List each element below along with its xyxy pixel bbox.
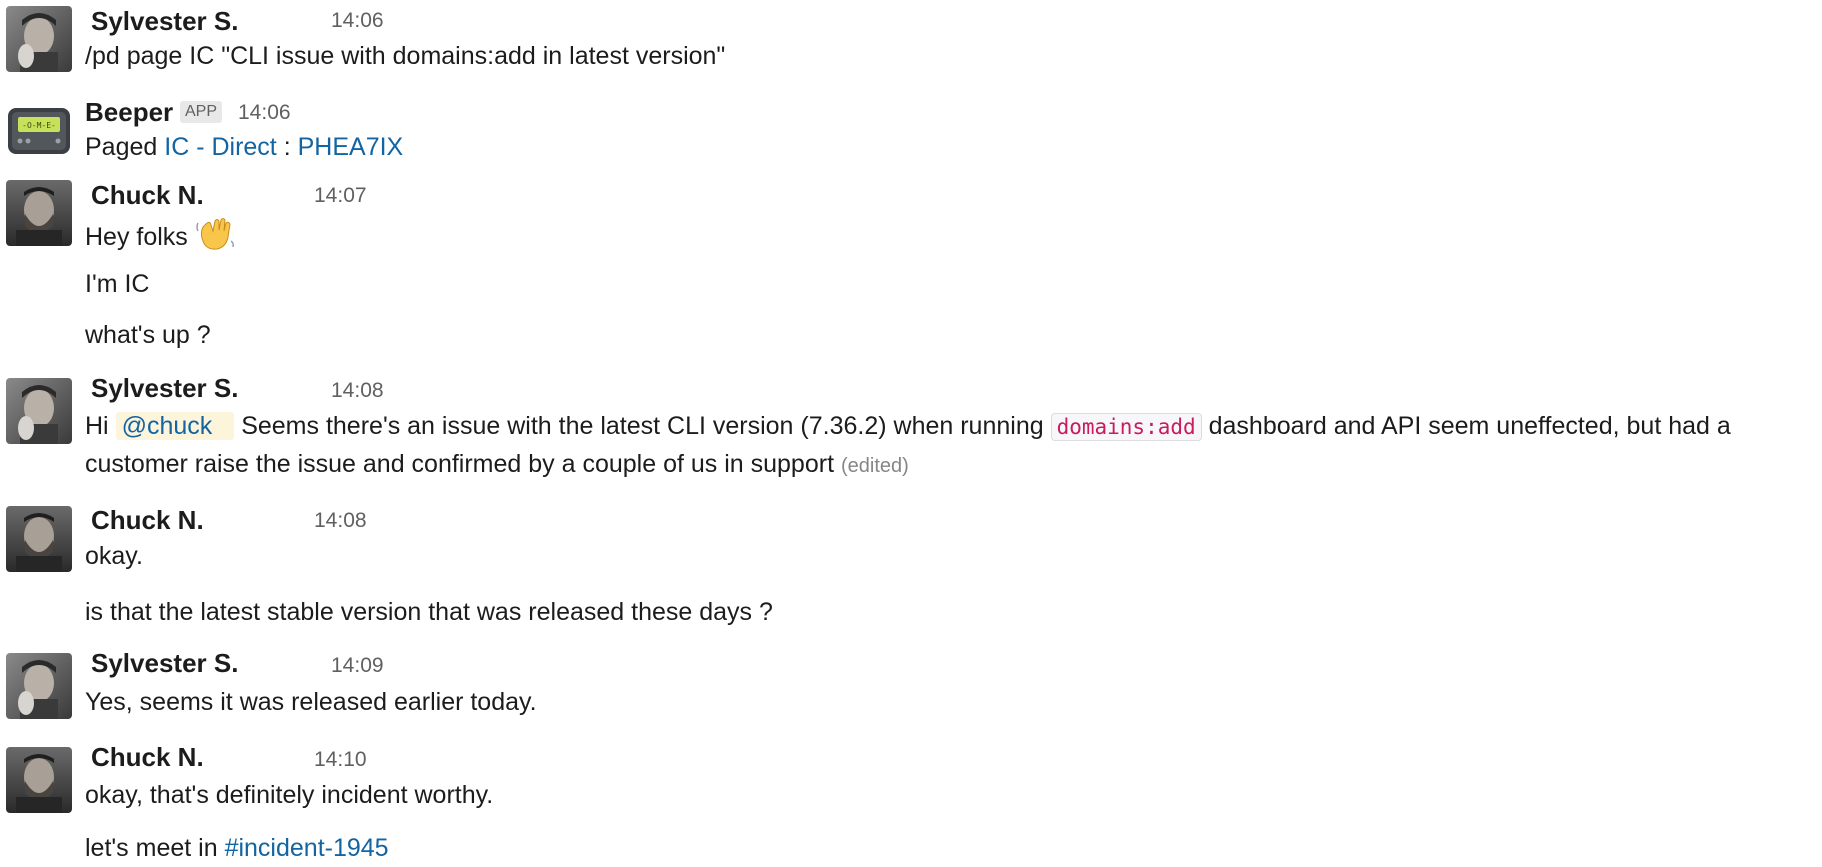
author-name[interactable]: Chuck N. xyxy=(91,180,204,210)
chuck-avatar[interactable] xyxy=(6,180,72,246)
channel-link[interactable]: #incident-1945 xyxy=(225,834,389,862)
message-text-part: dashboard and API seem uneffected, but h… xyxy=(1208,412,1731,440)
author-name[interactable]: Sylvester S. xyxy=(91,6,238,36)
timestamp[interactable]: 14:09 xyxy=(331,654,384,678)
timestamp[interactable]: 14:10 xyxy=(314,748,367,772)
timestamp[interactable]: 14:08 xyxy=(331,379,384,403)
message-text: what's up ? xyxy=(85,321,211,349)
chuck-avatar[interactable] xyxy=(6,506,72,572)
message: Chuck N. 14:07 Hey folks I'm IC what's u… xyxy=(0,178,1822,358)
timestamp[interactable]: 14:06 xyxy=(238,101,291,125)
message-text-part: customer raise the issue and confirmed b… xyxy=(85,450,835,478)
paged-prefix: Paged xyxy=(85,133,158,161)
waving-hand-emoji xyxy=(195,215,235,259)
message-text: let's meet in #incident-1945 xyxy=(85,832,389,864)
sylvester-avatar[interactable] xyxy=(6,378,72,444)
author-name[interactable]: Sylvester S. xyxy=(91,648,238,678)
message: Sylvester S. 14:06 /pd page IC "CLI issu… xyxy=(0,0,1822,80)
message-text: Yes, seems it was released earlier today… xyxy=(85,688,537,716)
message-text: okay, that's definitely incident worthy. xyxy=(85,781,494,809)
message: -O-M-E- Beeper APP 14:06 Paged IC - Dire… xyxy=(0,90,1822,170)
message-text: /pd page IC "CLI issue with domains:add … xyxy=(85,42,726,70)
message-text: okay. xyxy=(85,542,143,570)
greeting: Hi xyxy=(85,412,109,440)
message-line: Hey folks xyxy=(85,223,188,251)
timestamp[interactable]: 14:08 xyxy=(314,509,367,533)
edited-label: (edited) xyxy=(840,455,909,477)
inline-code: domains:add xyxy=(1050,413,1202,441)
message: Sylvester S. 14:08 Hi @chuck Seems there… xyxy=(0,372,1822,482)
message-text: is that the latest stable version that w… xyxy=(85,598,773,626)
timestamp[interactable]: 14:07 xyxy=(314,184,367,208)
message: Sylvester S. 14:09 Yes, seems it was rel… xyxy=(0,648,1822,728)
author-name[interactable]: Beeper xyxy=(85,97,173,127)
service-link[interactable]: IC - Direct xyxy=(164,133,277,161)
pager-icon[interactable]: -O-M-E- xyxy=(6,98,72,164)
message-text: I'm IC xyxy=(85,270,150,298)
sylvester-avatar[interactable] xyxy=(6,6,72,72)
author-name[interactable]: Sylvester S. xyxy=(91,373,238,403)
message: Chuck N. 14:10 okay, that's definitely i… xyxy=(0,742,1822,867)
sylvester-avatar[interactable] xyxy=(6,653,72,719)
app-badge: APP xyxy=(180,101,223,123)
timestamp[interactable]: 14:06 xyxy=(331,9,384,33)
pager-screen-text: -O-M-E- xyxy=(22,121,56,130)
chuck-avatar[interactable] xyxy=(6,747,72,813)
author-name[interactable]: Chuck N. xyxy=(91,505,204,535)
author-name[interactable]: Chuck N. xyxy=(91,742,204,772)
message-text: Hi @chuck Seems there's an issue with th… xyxy=(85,410,1731,443)
message-text-part: Seems there's an issue with the latest C… xyxy=(241,412,1044,440)
incident-link[interactable]: PHEA7IX xyxy=(298,133,404,161)
message-text-part: let's meet in xyxy=(85,834,218,862)
separator: : xyxy=(283,133,291,161)
message: Chuck N. 14:08 okay. is that the latest … xyxy=(0,502,1822,632)
message-text: Hey folks xyxy=(85,215,235,259)
user-mention[interactable]: @chuck xyxy=(115,412,235,440)
message-text: customer raise the issue and confirmed b… xyxy=(85,448,909,482)
message-text: Paged IC - Direct : PHEA7IX xyxy=(85,131,403,163)
